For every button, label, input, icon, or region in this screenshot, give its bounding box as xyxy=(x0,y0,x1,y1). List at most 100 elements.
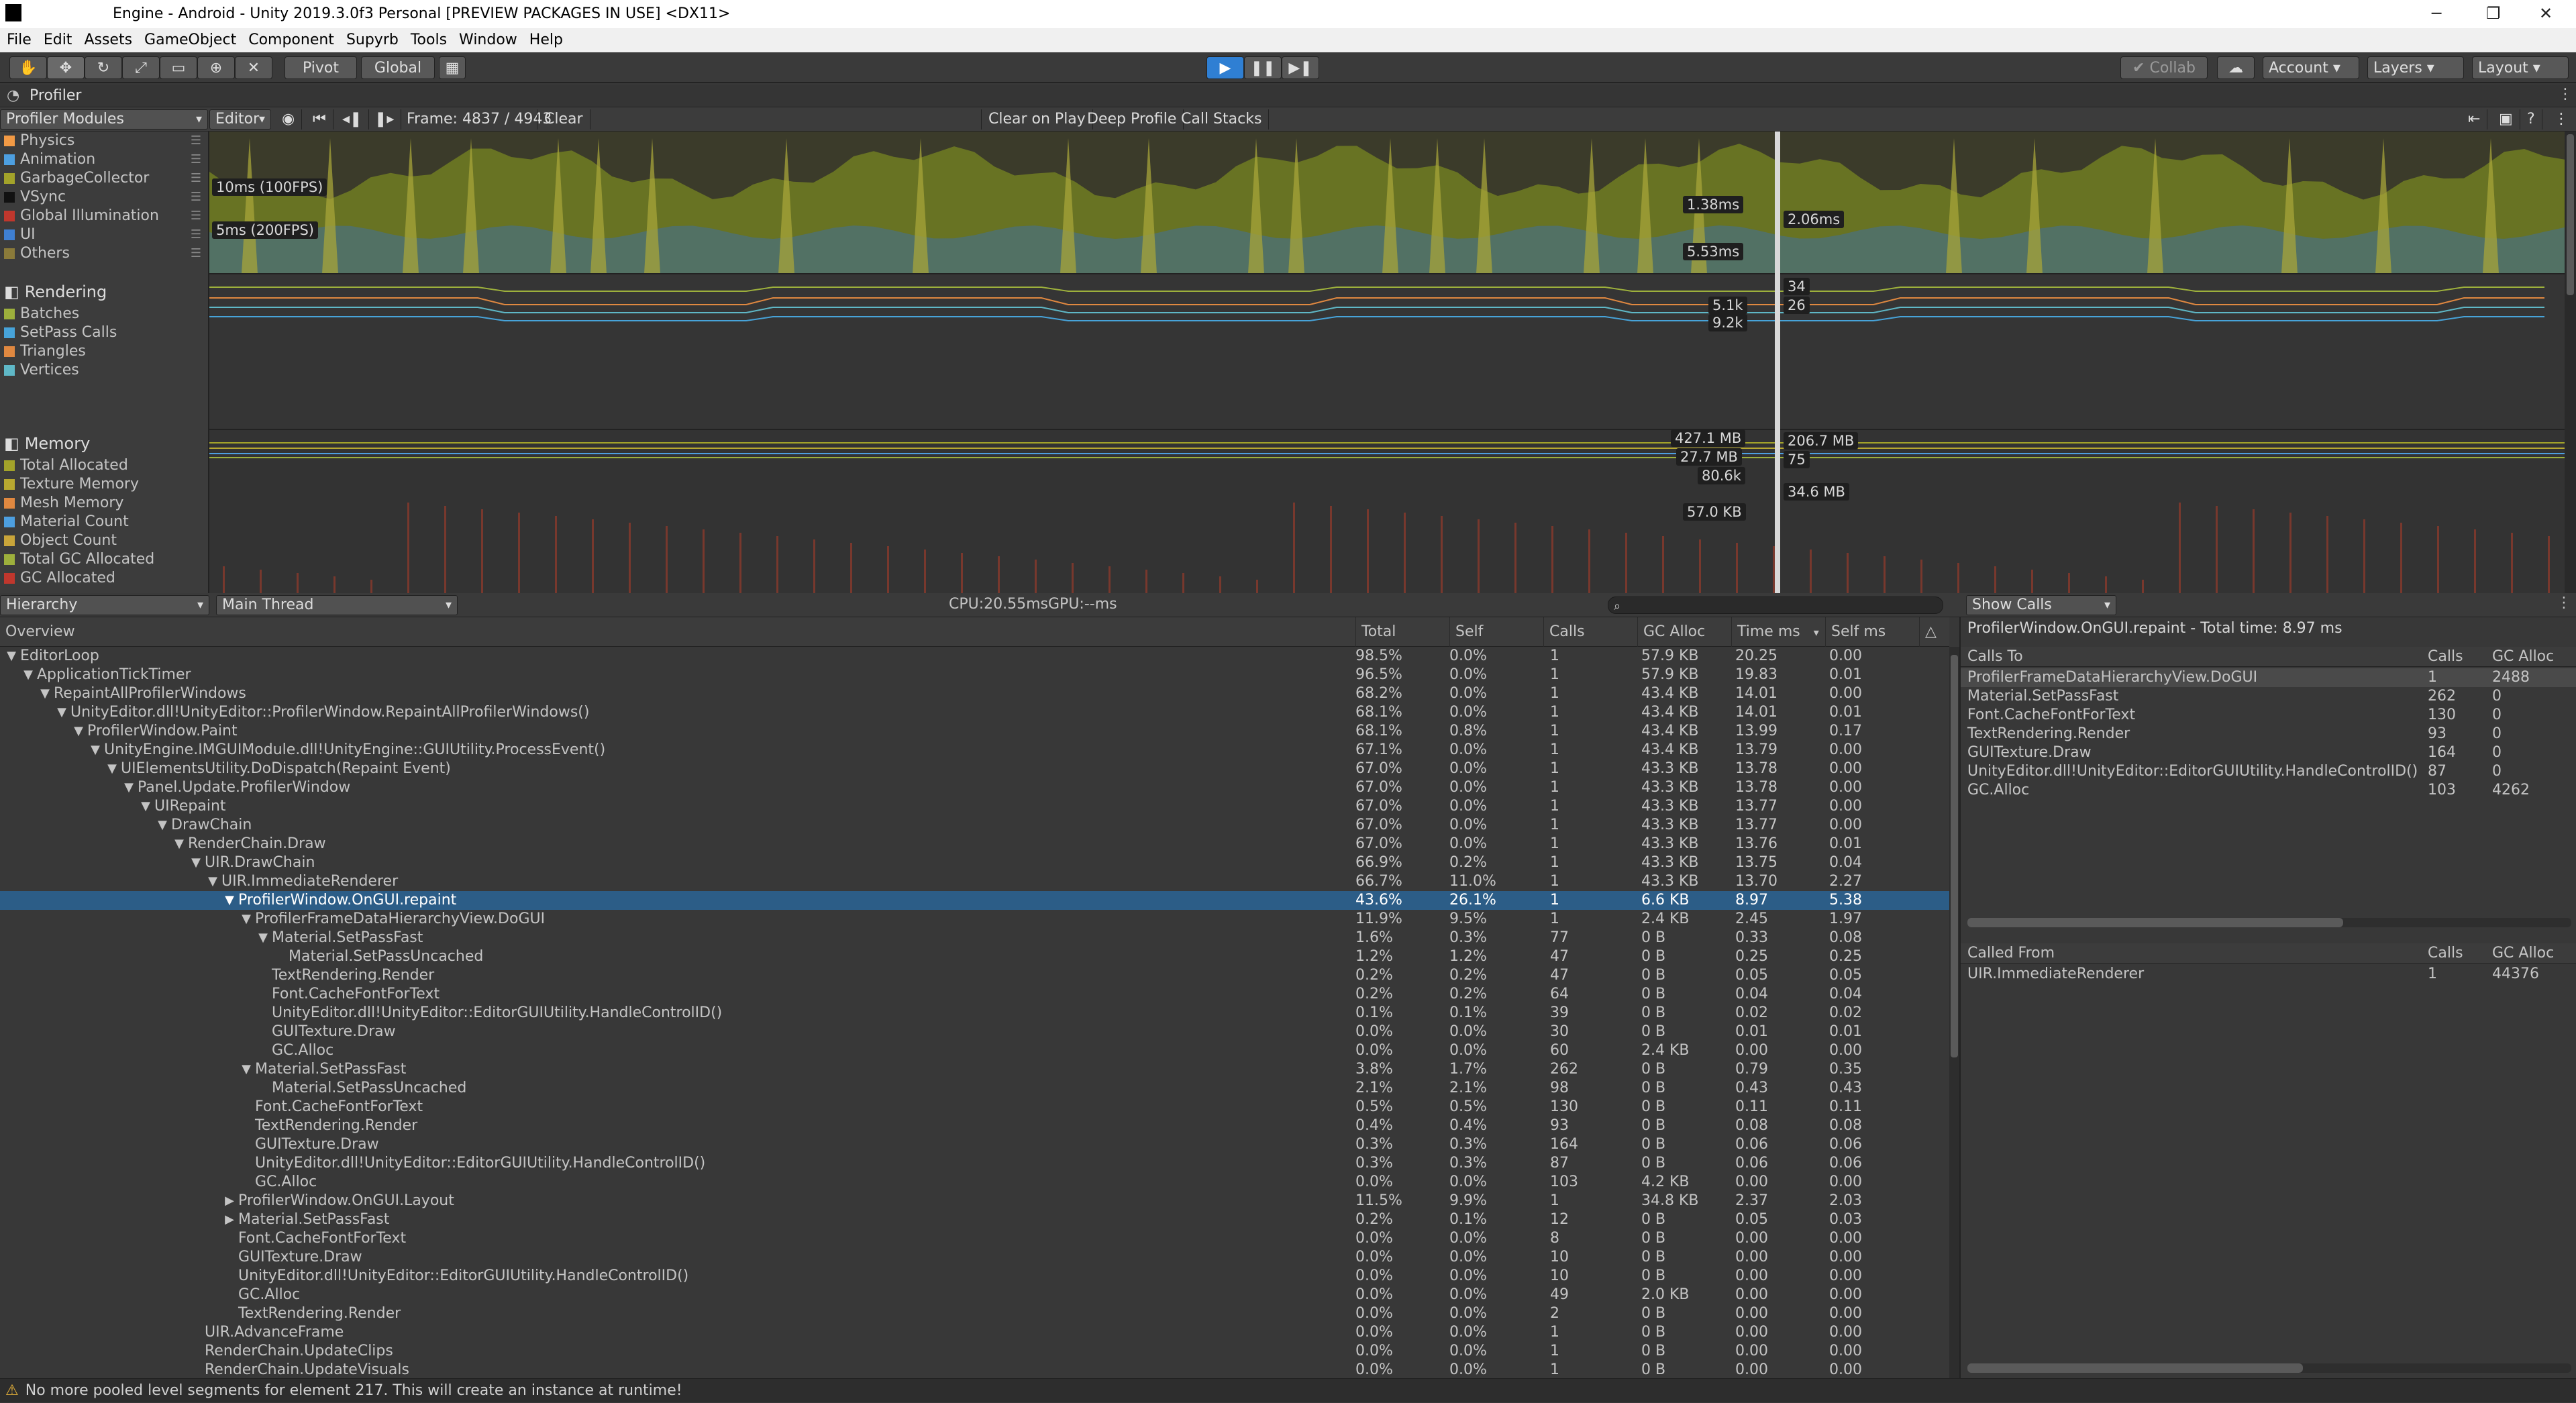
table-row[interactable]: Material.SetPassUncached 1.2% 1.2% 47 0 B 0.2… xyxy=(0,947,1949,966)
legend-rendering-batches[interactable]: Batches xyxy=(0,305,208,323)
deep-profile-button[interactable]: Deep Profile xyxy=(1080,109,1184,129)
search-input[interactable]: ⌕ xyxy=(1608,596,1943,614)
table-row[interactable]: ▼ UnityEngine.IMGUIModule.dll!UnityEngine… xyxy=(0,741,1949,760)
menu-edit[interactable]: Edit xyxy=(44,28,72,52)
hand-tool-icon[interactable]: ✋ xyxy=(9,56,47,79)
table-row[interactable]: ▼ Material.SetPassFast 3.8% 1.7% 262 0 B 0.79 0… xyxy=(0,1060,1949,1079)
menu-window[interactable]: Window xyxy=(459,28,517,52)
legend-memory-gc-allocated[interactable]: GC Allocated xyxy=(0,569,208,588)
col-overview[interactable]: Overview xyxy=(0,617,1355,647)
called-from-hscroll[interactable] xyxy=(1967,1363,2571,1373)
expanded-arrow-icon[interactable]: ▼ xyxy=(120,778,138,797)
detail-row[interactable]: GC.Alloc 103 4262 xyxy=(1961,781,2576,800)
drag-handle-icon[interactable]: ☰ xyxy=(191,244,201,263)
next-frame-icon[interactable]: ❚▸ xyxy=(368,109,402,129)
table-row[interactable]: ▼ Material.SetPassFast 1.6% 0.3% 77 0 B 0.33 0.… xyxy=(0,929,1949,947)
table-row[interactable]: ▼ UIElementsUtility.DoDispatch(Repaint Ev… xyxy=(0,760,1949,778)
detail-row[interactable]: Font.CacheFontForText 130 0 xyxy=(1961,706,2576,725)
col-self-ms[interactable]: Self ms xyxy=(1825,617,1919,647)
table-row[interactable]: ▼ UIR.DrawChain 66.9% 0.2% 1 43.3 KB 13.75 0.04 xyxy=(0,853,1949,872)
drag-handle-icon[interactable]: ☰ xyxy=(191,188,201,207)
detail-row[interactable]: UIR.ImmediateRenderer 1 44376 xyxy=(1961,965,2576,984)
expanded-arrow-icon[interactable]: ▼ xyxy=(187,853,205,872)
collapsed-arrow-icon[interactable]: ▶ xyxy=(221,1210,238,1229)
load-icon[interactable]: ⇤ xyxy=(2461,109,2488,129)
show-calls-dropdown[interactable]: Show Calls xyxy=(1966,595,2116,615)
save-icon[interactable]: ▣ xyxy=(2492,109,2520,129)
legend-cpu-others[interactable]: Others ☰ xyxy=(0,244,208,263)
table-row[interactable]: ▼ UnityEditor.dll!UnityEditor::ProfilerWi… xyxy=(0,703,1949,722)
minimize-icon[interactable]: ─ xyxy=(2432,4,2441,23)
table-row[interactable]: TextRendering.Render 0.4% 0.4% 93 0 B 0.08 0.0… xyxy=(0,1116,1949,1135)
table-row[interactable]: UnityEditor.dll!UnityEditor::EditorGUIUt… xyxy=(0,1267,1949,1286)
tab-menu-icon[interactable]: ⋮ xyxy=(2558,86,2573,103)
expanded-arrow-icon[interactable]: ▼ xyxy=(3,647,20,666)
clear-button[interactable]: Clear xyxy=(537,109,590,129)
legend-cpu-global-illumination[interactable]: Global Illumination ☰ xyxy=(0,207,208,225)
help-icon[interactable]: ? xyxy=(2520,109,2542,129)
col-total[interactable]: Total xyxy=(1355,617,1449,647)
table-row[interactable]: ▼ ApplicationTickTimer 96.5% 0.0% 1 57.9 KB 19… xyxy=(0,666,1949,684)
status-bar[interactable]: ⚠ No more pooled level segments for eleme… xyxy=(0,1378,2576,1402)
menu-component[interactable]: Component xyxy=(248,28,334,52)
table-row[interactable]: ▼ DrawChain 67.0% 0.0% 1 43.3 KB 13.77 0.00 xyxy=(0,816,1949,835)
legend-rendering-vertices[interactable]: Vertices xyxy=(0,361,208,380)
legend-memory-mesh-memory[interactable]: Mesh Memory xyxy=(0,494,208,513)
table-row[interactable]: Font.CacheFontForText 0.2% 0.2% 64 0 B 0.04 0.… xyxy=(0,985,1949,1004)
table-row[interactable]: TextRendering.Render 0.2% 0.2% 47 0 B 0.05 0.0… xyxy=(0,966,1949,985)
table-row[interactable]: GUITexture.Draw 0.0% 0.0% 10 0 B 0.00 0.00 xyxy=(0,1248,1949,1267)
legend-cpu-vsync[interactable]: VSync ☰ xyxy=(0,188,208,207)
legend-rendering-triangles[interactable]: Triangles xyxy=(0,342,208,361)
table-row[interactable]: GC.Alloc 0.0% 0.0% 103 4.2 KB 0.00 0.00 xyxy=(0,1173,1949,1192)
legend-memory-material-count[interactable]: Material Count xyxy=(0,513,208,531)
account-dropdown[interactable]: Account ▾ xyxy=(2263,56,2359,79)
legend-cpu-garbagecollector[interactable]: GarbageCollector ☰ xyxy=(0,169,208,188)
chart-scrollbar[interactable] xyxy=(2565,132,2576,593)
pause-button[interactable]: ❚❚ xyxy=(1244,56,1282,79)
detail-row[interactable]: ProfilerFrameDataHierarchyView.DoGUI 1 248… xyxy=(1961,668,2576,687)
table-row[interactable]: ▼ UIRepaint 67.0% 0.0% 1 43.3 KB 13.77 0.00 xyxy=(0,797,1949,816)
calls-to-hscroll[interactable] xyxy=(1967,918,2571,927)
restore-icon[interactable]: ❐ xyxy=(2486,4,2501,23)
called-from-calls-col[interactable]: Calls xyxy=(2428,943,2463,964)
table-row[interactable]: ▼ ProfilerWindow.Paint 68.1% 0.8% 1 43.4 KB 13… xyxy=(0,722,1949,741)
global-button[interactable]: Global xyxy=(361,56,435,79)
drag-handle-icon[interactable]: ☰ xyxy=(191,169,201,188)
detail-row[interactable]: GUITexture.Draw 164 0 xyxy=(1961,743,2576,762)
play-button[interactable]: ▶ xyxy=(1206,56,1244,79)
expanded-arrow-icon[interactable]: ▼ xyxy=(254,929,272,947)
table-row[interactable]: ▼ ProfilerWindow.OnGUI.repaint 43.6% 26.1% 1… xyxy=(0,891,1949,910)
calls-to-title[interactable]: Calls To xyxy=(1967,647,2023,667)
detail-row[interactable]: Material.SetPassFast 262 0 xyxy=(1961,687,2576,706)
table-row[interactable]: UnityEditor.dll!UnityEditor::EditorGUIUt… xyxy=(0,1004,1949,1023)
table-row[interactable]: GC.Alloc 0.0% 0.0% 60 2.4 KB 0.00 0.00 xyxy=(0,1041,1949,1060)
close-icon[interactable]: ✕ xyxy=(2539,4,2553,23)
legend-rendering-setpass-calls[interactable]: SetPass Calls xyxy=(0,323,208,342)
expanded-arrow-icon[interactable]: ▼ xyxy=(204,872,221,891)
call-stacks-button[interactable]: Call Stacks xyxy=(1174,109,1270,129)
col-time-ms[interactable]: Time ms ▾ xyxy=(1731,617,1825,647)
view-type-dropdown[interactable]: Hierarchy xyxy=(0,595,209,615)
table-row[interactable]: GC.Alloc 0.0% 0.0% 49 2.0 KB 0.00 0.00 xyxy=(0,1286,1949,1304)
table-row[interactable]: ▶ Material.SetPassFast 0.2% 0.1% 12 0 B 0.05 0.… xyxy=(0,1210,1949,1229)
collab-button[interactable]: ✔ Collab xyxy=(2120,56,2208,79)
menu-gameobject[interactable]: GameObject xyxy=(144,28,236,52)
profiler-modules-dropdown[interactable]: Profiler Modules xyxy=(0,109,208,129)
expanded-arrow-icon[interactable]: ▼ xyxy=(238,910,255,929)
table-row[interactable]: ▼ RepaintAllProfilerWindows 68.2% 0.0% 1 43.4… xyxy=(0,684,1949,703)
table-row[interactable]: UIR.AdvanceFrame 0.0% 0.0% 1 0 B 0.00 0.00 xyxy=(0,1323,1949,1342)
memory-title[interactable]: Memory xyxy=(25,434,91,453)
table-scroll-thumb[interactable] xyxy=(1951,655,1958,1057)
scale-tool-icon[interactable]: ⤢ xyxy=(122,56,160,79)
legend-memory-total-allocated[interactable]: Total Allocated xyxy=(0,456,208,475)
table-row[interactable]: ▼ Panel.Update.ProfilerWindow 67.0% 0.0% 1 43… xyxy=(0,778,1949,797)
cloud-icon[interactable]: ☁ xyxy=(2217,56,2255,79)
drag-handle-icon[interactable]: ☰ xyxy=(191,207,201,225)
legend-memory-texture-memory[interactable]: Texture Memory xyxy=(0,475,208,494)
record-icon[interactable]: ◉ xyxy=(275,109,303,129)
layers-dropdown[interactable]: Layers ▾ xyxy=(2367,56,2464,79)
transform-tool-icon[interactable]: ⊕ xyxy=(197,56,235,79)
table-row[interactable]: ▼ UIR.ImmediateRenderer 66.7% 11.0% 1 43.3 KB… xyxy=(0,872,1949,891)
target-dropdown[interactable]: Editor xyxy=(209,109,271,129)
menu-help[interactable]: Help xyxy=(529,28,563,52)
